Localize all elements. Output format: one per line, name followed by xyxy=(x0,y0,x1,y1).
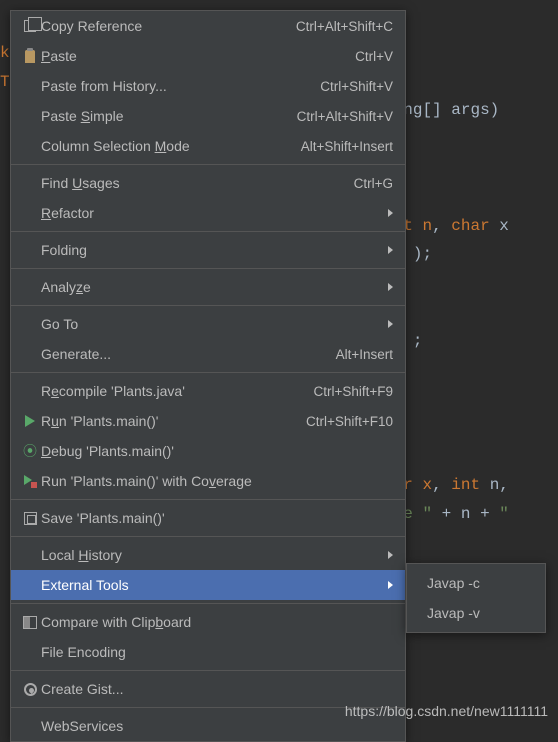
menu-item-go-to[interactable]: Go To xyxy=(11,309,405,339)
submenu-arrow-icon xyxy=(388,581,393,589)
icon-spacer xyxy=(19,346,41,362)
icon-spacer xyxy=(19,383,41,399)
menu-item-file-encoding[interactable]: File Encoding xyxy=(11,637,405,667)
menu-item-recompile-plants-java[interactable]: Recompile 'Plants.java' Ctrl+Shift+F9 xyxy=(11,376,405,406)
icon-spacer xyxy=(19,205,41,221)
run-icon xyxy=(19,413,41,429)
menu-shortcut: Ctrl+Alt+Shift+V xyxy=(297,109,393,124)
icon-spacer xyxy=(19,242,41,258)
menu-item-label: Find Usages xyxy=(41,175,120,191)
menu-item-label: Paste xyxy=(41,48,77,64)
menu-item-label: Folding xyxy=(41,242,87,258)
submenu-arrow-icon xyxy=(388,320,393,328)
context-menu: Copy Reference Ctrl+Alt+Shift+C Paste Ctrl+… xyxy=(10,10,406,742)
menu-separator xyxy=(11,536,405,537)
menu-item-label: External Tools xyxy=(41,577,129,593)
menu-separator xyxy=(11,231,405,232)
menu-item-label: Copy Reference xyxy=(41,18,142,34)
icon-spacer xyxy=(19,718,41,734)
icon-spacer xyxy=(19,78,41,94)
submenu-item-label: Javap -v xyxy=(427,605,480,621)
submenu-item-label: Javap -c xyxy=(427,575,480,591)
menu-item-find-usages[interactable]: Find Usages Ctrl+G xyxy=(11,168,405,198)
menu-item-analyze[interactable]: Analyze xyxy=(11,272,405,302)
menu-item-label: Column Selection Mode xyxy=(41,138,190,154)
menu-item-create-gist[interactable]: Create Gist... xyxy=(11,674,405,704)
icon-spacer xyxy=(19,138,41,154)
menu-shortcut: Ctrl+Shift+F10 xyxy=(306,414,393,429)
menu-item-paste[interactable]: Paste Ctrl+V xyxy=(11,41,405,71)
menu-item-generate[interactable]: Generate... Alt+Insert xyxy=(11,339,405,369)
copy-icon xyxy=(19,18,41,34)
debug-icon: ⦿ xyxy=(19,443,41,459)
icon-spacer xyxy=(19,279,41,295)
menu-separator xyxy=(11,305,405,306)
menu-item-external-tools[interactable]: External Tools xyxy=(11,570,405,600)
menu-item-copy-reference[interactable]: Copy Reference Ctrl+Alt+Shift+C xyxy=(11,11,405,41)
menu-item-save-plants-main[interactable]: Save 'Plants.main()' xyxy=(11,503,405,533)
external-tools-submenu: Javap -c Javap -v xyxy=(406,563,546,633)
menu-item-folding[interactable]: Folding xyxy=(11,235,405,265)
menu-shortcut: Ctrl+Shift+F9 xyxy=(313,384,393,399)
menu-item-label: Analyze xyxy=(41,279,91,295)
menu-separator xyxy=(11,268,405,269)
menu-item-label: WebServices xyxy=(41,718,123,734)
menu-item-debug-plants-main[interactable]: ⦿Debug 'Plants.main()' xyxy=(11,436,405,466)
menu-separator xyxy=(11,164,405,165)
icon-spacer xyxy=(19,644,41,660)
submenu-item-javap-c[interactable]: Javap -c xyxy=(407,568,545,598)
menu-item-label: Go To xyxy=(41,316,78,332)
menu-separator xyxy=(11,499,405,500)
compare-icon xyxy=(19,614,41,630)
save-icon xyxy=(19,510,41,526)
menu-shortcut: Ctrl+Shift+V xyxy=(320,79,393,94)
icon-spacer xyxy=(19,316,41,332)
menu-item-label: Create Gist... xyxy=(41,681,123,697)
submenu-arrow-icon xyxy=(388,283,393,291)
submenu-arrow-icon xyxy=(388,246,393,254)
menu-item-paste-from-history[interactable]: Paste from History... Ctrl+Shift+V xyxy=(11,71,405,101)
menu-item-label: Compare with Clipboard xyxy=(41,614,191,630)
icon-spacer xyxy=(19,108,41,124)
icon-spacer xyxy=(19,577,41,593)
menu-item-column-selection-mode[interactable]: Column Selection Mode Alt+Shift+Insert xyxy=(11,131,405,161)
watermark: https://blog.csdn.net/new1111111 xyxy=(345,703,548,719)
submenu-item-javap-v[interactable]: Javap -v xyxy=(407,598,545,628)
menu-item-label: File Encoding xyxy=(41,644,126,660)
submenu-arrow-icon xyxy=(388,551,393,559)
cov-icon xyxy=(19,473,41,489)
menu-item-label: Paste from History... xyxy=(41,78,167,94)
menu-item-refactor[interactable]: Refactor xyxy=(11,198,405,228)
menu-item-label: Run 'Plants.main()' with Coverage xyxy=(41,473,252,489)
menu-item-label: Paste Simple xyxy=(41,108,124,124)
menu-item-compare-with-clipboard[interactable]: Compare with Clipboard xyxy=(11,607,405,637)
icon-spacer xyxy=(19,175,41,191)
menu-separator xyxy=(11,603,405,604)
menu-item-run-plants-main[interactable]: Run 'Plants.main()' Ctrl+Shift+F10 xyxy=(11,406,405,436)
paste-icon xyxy=(19,48,41,64)
menu-item-local-history[interactable]: Local History xyxy=(11,540,405,570)
menu-item-label: Run 'Plants.main()' xyxy=(41,413,158,429)
gist-icon xyxy=(19,681,41,697)
submenu-arrow-icon xyxy=(388,209,393,217)
menu-item-run-plants-main-with-coverage[interactable]: Run 'Plants.main()' with Coverage xyxy=(11,466,405,496)
menu-item-label: Refactor xyxy=(41,205,94,221)
menu-separator xyxy=(11,670,405,671)
menu-item-label: Generate... xyxy=(41,346,111,362)
menu-shortcut: Ctrl+V xyxy=(355,49,393,64)
menu-shortcut: Alt+Shift+Insert xyxy=(301,139,393,154)
menu-item-label: Local History xyxy=(41,547,122,563)
menu-item-label: Recompile 'Plants.java' xyxy=(41,383,185,399)
menu-separator xyxy=(11,372,405,373)
menu-shortcut: Alt+Insert xyxy=(336,347,393,362)
icon-spacer xyxy=(19,547,41,563)
menu-shortcut: Ctrl+Alt+Shift+C xyxy=(296,19,393,34)
menu-item-label: Save 'Plants.main()' xyxy=(41,510,165,526)
menu-shortcut: Ctrl+G xyxy=(354,176,393,191)
menu-item-label: Debug 'Plants.main()' xyxy=(41,443,174,459)
menu-item-paste-simple[interactable]: Paste Simple Ctrl+Alt+Shift+V xyxy=(11,101,405,131)
